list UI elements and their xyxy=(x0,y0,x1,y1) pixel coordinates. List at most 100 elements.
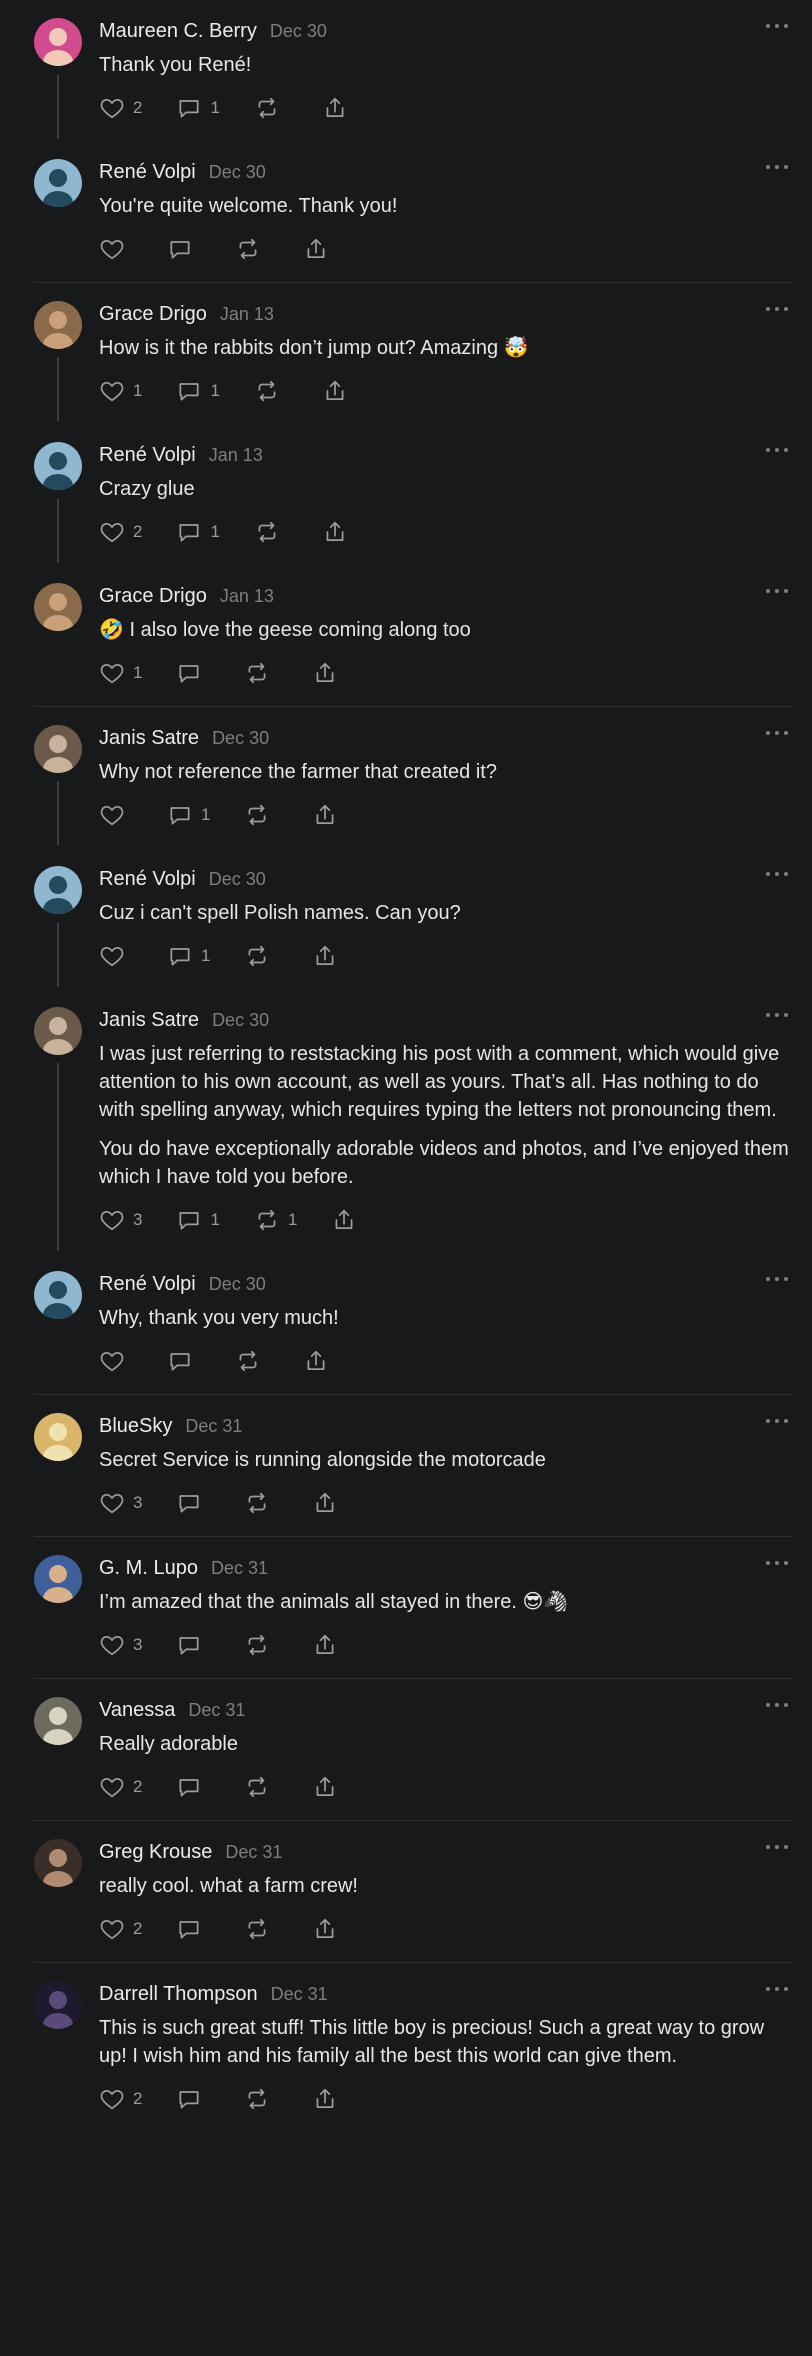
repost-button[interactable] xyxy=(254,378,288,404)
reply-button[interactable] xyxy=(167,236,201,262)
author-name[interactable]: Grace Drigo xyxy=(99,303,207,326)
more-icon[interactable] xyxy=(766,1841,788,1853)
reply-button[interactable]: 1 xyxy=(176,1207,220,1233)
post-date[interactable]: Jan 13 xyxy=(220,586,274,607)
more-icon[interactable] xyxy=(766,1009,788,1021)
repost-button[interactable] xyxy=(235,1348,269,1374)
repost-button[interactable] xyxy=(244,660,278,686)
repost-button[interactable] xyxy=(254,519,288,545)
like-button[interactable]: 2 xyxy=(99,519,142,545)
reply-button[interactable]: 1 xyxy=(167,943,210,969)
like-button[interactable]: 3 xyxy=(99,1207,142,1233)
share-button[interactable] xyxy=(312,1632,338,1658)
share-button[interactable] xyxy=(312,2086,338,2112)
author-name[interactable]: René Volpi xyxy=(99,161,196,184)
repost-button[interactable] xyxy=(254,95,288,121)
more-icon[interactable] xyxy=(766,727,788,739)
avatar[interactable] xyxy=(34,442,82,490)
repost-button[interactable] xyxy=(244,1916,278,1942)
repost-button[interactable] xyxy=(244,1490,278,1516)
like-button[interactable]: 1 xyxy=(99,660,142,686)
post-date[interactable]: Dec 31 xyxy=(185,1416,242,1437)
like-button[interactable]: 2 xyxy=(99,95,142,121)
like-button[interactable]: 2 xyxy=(99,2086,142,2112)
repost-button[interactable] xyxy=(244,1774,278,1800)
avatar[interactable] xyxy=(34,18,82,66)
share-button[interactable] xyxy=(312,660,338,686)
avatar[interactable] xyxy=(34,1981,82,2029)
post-date[interactable]: Dec 30 xyxy=(212,1010,269,1031)
repost-button[interactable]: 1 xyxy=(254,1207,297,1233)
like-button[interactable]: 3 xyxy=(99,1632,142,1658)
more-icon[interactable] xyxy=(766,1699,788,1711)
more-icon[interactable] xyxy=(766,444,788,456)
avatar[interactable] xyxy=(34,866,82,914)
post-date[interactable]: Jan 13 xyxy=(209,445,263,466)
author-name[interactable]: Janis Satre xyxy=(99,727,199,750)
avatar[interactable] xyxy=(34,1007,82,1055)
share-button[interactable] xyxy=(312,1916,338,1942)
post-date[interactable]: Dec 30 xyxy=(209,162,266,183)
author-name[interactable]: Janis Satre xyxy=(99,1009,199,1032)
more-icon[interactable] xyxy=(766,585,788,597)
post-date[interactable]: Jan 13 xyxy=(220,304,274,325)
author-name[interactable]: Grace Drigo xyxy=(99,585,207,608)
more-icon[interactable] xyxy=(766,1557,788,1569)
avatar[interactable] xyxy=(34,1697,82,1745)
more-icon[interactable] xyxy=(766,868,788,880)
post-date[interactable]: Dec 30 xyxy=(209,869,266,890)
post-date[interactable]: Dec 31 xyxy=(225,1842,282,1863)
avatar[interactable] xyxy=(34,1413,82,1461)
share-button[interactable] xyxy=(312,943,338,969)
reply-button[interactable] xyxy=(176,660,210,686)
share-button[interactable] xyxy=(322,519,348,545)
reply-button[interactable] xyxy=(176,1774,210,1800)
like-button[interactable] xyxy=(99,1348,133,1374)
more-icon[interactable] xyxy=(766,1983,788,1995)
author-name[interactable]: René Volpi xyxy=(99,444,196,467)
avatar[interactable] xyxy=(34,1555,82,1603)
more-icon[interactable] xyxy=(766,1273,788,1285)
author-name[interactable]: Greg Krouse xyxy=(99,1841,212,1864)
repost-button[interactable] xyxy=(244,2086,278,2112)
like-button[interactable]: 3 xyxy=(99,1490,142,1516)
reply-button[interactable]: 1 xyxy=(176,95,220,121)
reply-button[interactable]: 1 xyxy=(176,519,220,545)
reply-button[interactable] xyxy=(167,1348,201,1374)
post-date[interactable]: Dec 30 xyxy=(212,728,269,749)
reply-button[interactable] xyxy=(176,1632,210,1658)
like-button[interactable]: 1 xyxy=(99,378,142,404)
share-button[interactable] xyxy=(331,1207,357,1233)
reply-button[interactable]: 1 xyxy=(176,378,220,404)
author-name[interactable]: Maureen C. Berry xyxy=(99,20,257,43)
share-button[interactable] xyxy=(322,378,348,404)
post-date[interactable]: Dec 30 xyxy=(270,21,327,42)
avatar[interactable] xyxy=(34,301,82,349)
author-name[interactable]: René Volpi xyxy=(99,868,196,891)
post-date[interactable]: Dec 31 xyxy=(271,1984,328,2005)
reply-button[interactable] xyxy=(176,1916,210,1942)
reply-button[interactable] xyxy=(176,2086,210,2112)
repost-button[interactable] xyxy=(244,1632,278,1658)
like-button[interactable] xyxy=(99,236,133,262)
repost-button[interactable] xyxy=(244,802,278,828)
share-button[interactable] xyxy=(312,1774,338,1800)
share-button[interactable] xyxy=(322,95,348,121)
avatar[interactable] xyxy=(34,1271,82,1319)
avatar[interactable] xyxy=(34,159,82,207)
share-button[interactable] xyxy=(303,236,329,262)
share-button[interactable] xyxy=(303,1348,329,1374)
share-button[interactable] xyxy=(312,802,338,828)
reply-button[interactable] xyxy=(176,1490,210,1516)
more-icon[interactable] xyxy=(766,20,788,32)
repost-button[interactable] xyxy=(235,236,269,262)
avatar[interactable] xyxy=(34,583,82,631)
post-date[interactable]: Dec 31 xyxy=(188,1700,245,1721)
more-icon[interactable] xyxy=(766,161,788,173)
author-name[interactable]: BlueSky xyxy=(99,1415,172,1438)
author-name[interactable]: G. M. Lupo xyxy=(99,1557,198,1580)
like-button[interactable] xyxy=(99,943,133,969)
more-icon[interactable] xyxy=(766,303,788,315)
repost-button[interactable] xyxy=(244,943,278,969)
avatar[interactable] xyxy=(34,1839,82,1887)
